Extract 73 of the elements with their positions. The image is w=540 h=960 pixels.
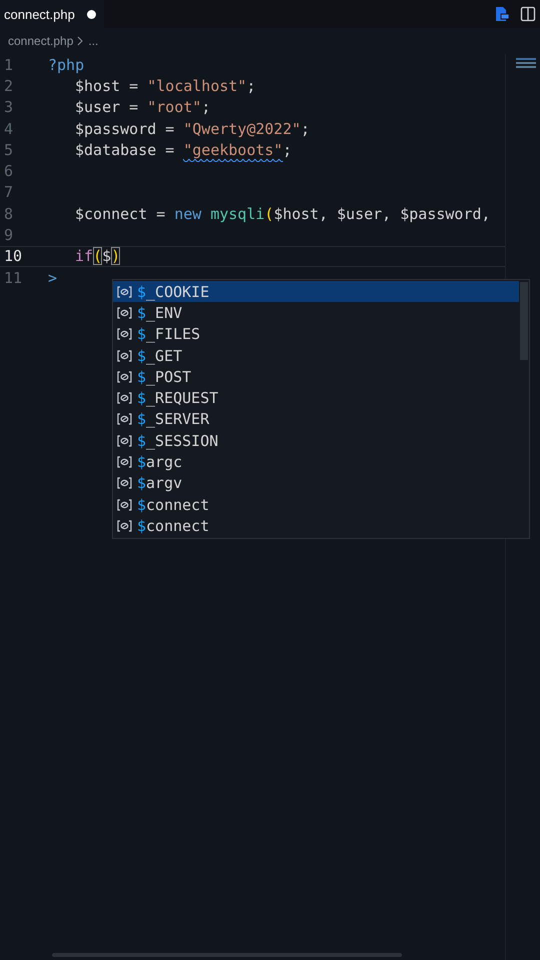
variable-icon bbox=[117, 328, 132, 340]
suggestion-item[interactable]: $_SERVER bbox=[113, 408, 519, 430]
code-token: "localhost" bbox=[147, 76, 247, 95]
code-token: "root" bbox=[147, 98, 202, 116]
code-token: ?php bbox=[48, 56, 84, 74]
suggestion-item[interactable]: $argc bbox=[113, 451, 519, 473]
line-number: 4 bbox=[3, 120, 14, 138]
suggestion-item[interactable]: $_GET bbox=[113, 344, 519, 366]
variable-icon bbox=[117, 434, 132, 447]
variable-icon bbox=[117, 477, 132, 490]
code-token: $password, bbox=[400, 204, 490, 223]
variable-icon bbox=[117, 392, 132, 404]
code-token: if bbox=[75, 247, 94, 266]
code-token: $host bbox=[75, 76, 120, 95]
code-token: = bbox=[128, 76, 140, 95]
code-token: mysqli bbox=[210, 204, 265, 223]
breadcrumb-item[interactable]: ... bbox=[88, 34, 98, 48]
editor-tab[interactable]: connect.php bbox=[0, 0, 104, 28]
variable-icon bbox=[117, 498, 132, 511]
variable-icon bbox=[117, 413, 132, 426]
chevron-right-icon bbox=[77, 36, 84, 46]
code-token: "Qwerty@2022" bbox=[183, 120, 301, 138]
code-token: $user, bbox=[336, 204, 392, 223]
code-token: $database bbox=[75, 140, 156, 159]
variable-icon bbox=[117, 456, 132, 468]
line-number: 1 bbox=[3, 56, 14, 74]
code-token: ) bbox=[111, 247, 120, 266]
fold-chevron[interactable]: > bbox=[48, 268, 58, 287]
suggestion-item[interactable]: $_ENV bbox=[113, 302, 519, 324]
variable-icon bbox=[117, 306, 132, 319]
suggestion-item[interactable]: $_COOKIE bbox=[113, 281, 519, 302]
code-token: ( bbox=[264, 204, 274, 223]
line-number: 6 bbox=[3, 162, 14, 180]
code-token: ( bbox=[93, 247, 102, 266]
variable-icon bbox=[117, 286, 132, 298]
suggestion-item[interactable]: $_FILES bbox=[113, 324, 519, 345]
breadcrumb-item[interactable]: connect.php bbox=[8, 34, 74, 48]
suggestion-item[interactable]: $_SESSION bbox=[113, 430, 519, 452]
suggestion-item[interactable]: $connect bbox=[113, 515, 519, 537]
line-number: 5 bbox=[3, 140, 14, 159]
line-number: 2 bbox=[3, 76, 14, 95]
code-token: new bbox=[174, 204, 202, 223]
suggestion-item[interactable]: $_POST bbox=[113, 366, 519, 388]
line-number: 9 bbox=[3, 226, 14, 244]
code-token: $password bbox=[75, 120, 156, 138]
split-editor-icon[interactable] bbox=[520, 6, 536, 22]
code-token: ; bbox=[300, 120, 310, 138]
code-token: = bbox=[155, 204, 166, 223]
code-token: ; bbox=[282, 140, 292, 159]
line-number: 3 bbox=[3, 98, 14, 116]
code-token: = bbox=[164, 120, 176, 138]
variable-icon bbox=[117, 370, 132, 383]
file-compare-icon[interactable] bbox=[494, 6, 510, 22]
variable-icon bbox=[117, 350, 132, 362]
tab-label: connect.php bbox=[4, 6, 75, 22]
code-token: = bbox=[164, 140, 176, 159]
line-number: 10 bbox=[3, 247, 24, 266]
code-token: $ bbox=[102, 247, 112, 266]
line-number: 11 bbox=[3, 268, 24, 287]
line-number: 7 bbox=[3, 183, 14, 202]
code-token: ; bbox=[246, 76, 256, 95]
variable-icon bbox=[117, 520, 132, 532]
suggestion-item[interactable]: $_REQUEST bbox=[113, 387, 519, 409]
line-number: 8 bbox=[3, 204, 14, 223]
code-token: $host, bbox=[274, 204, 329, 223]
scrollbar-thumb[interactable] bbox=[520, 282, 528, 360]
code-token: ; bbox=[201, 98, 210, 116]
suggestion-item[interactable]: $argv bbox=[113, 472, 519, 494]
suggestion-item[interactable]: $connect bbox=[113, 494, 519, 516]
code-token: $user bbox=[75, 98, 120, 116]
code-token: "geekboots" bbox=[183, 140, 283, 162]
code-token: = bbox=[128, 98, 140, 116]
code-token: $connect bbox=[75, 204, 148, 223]
